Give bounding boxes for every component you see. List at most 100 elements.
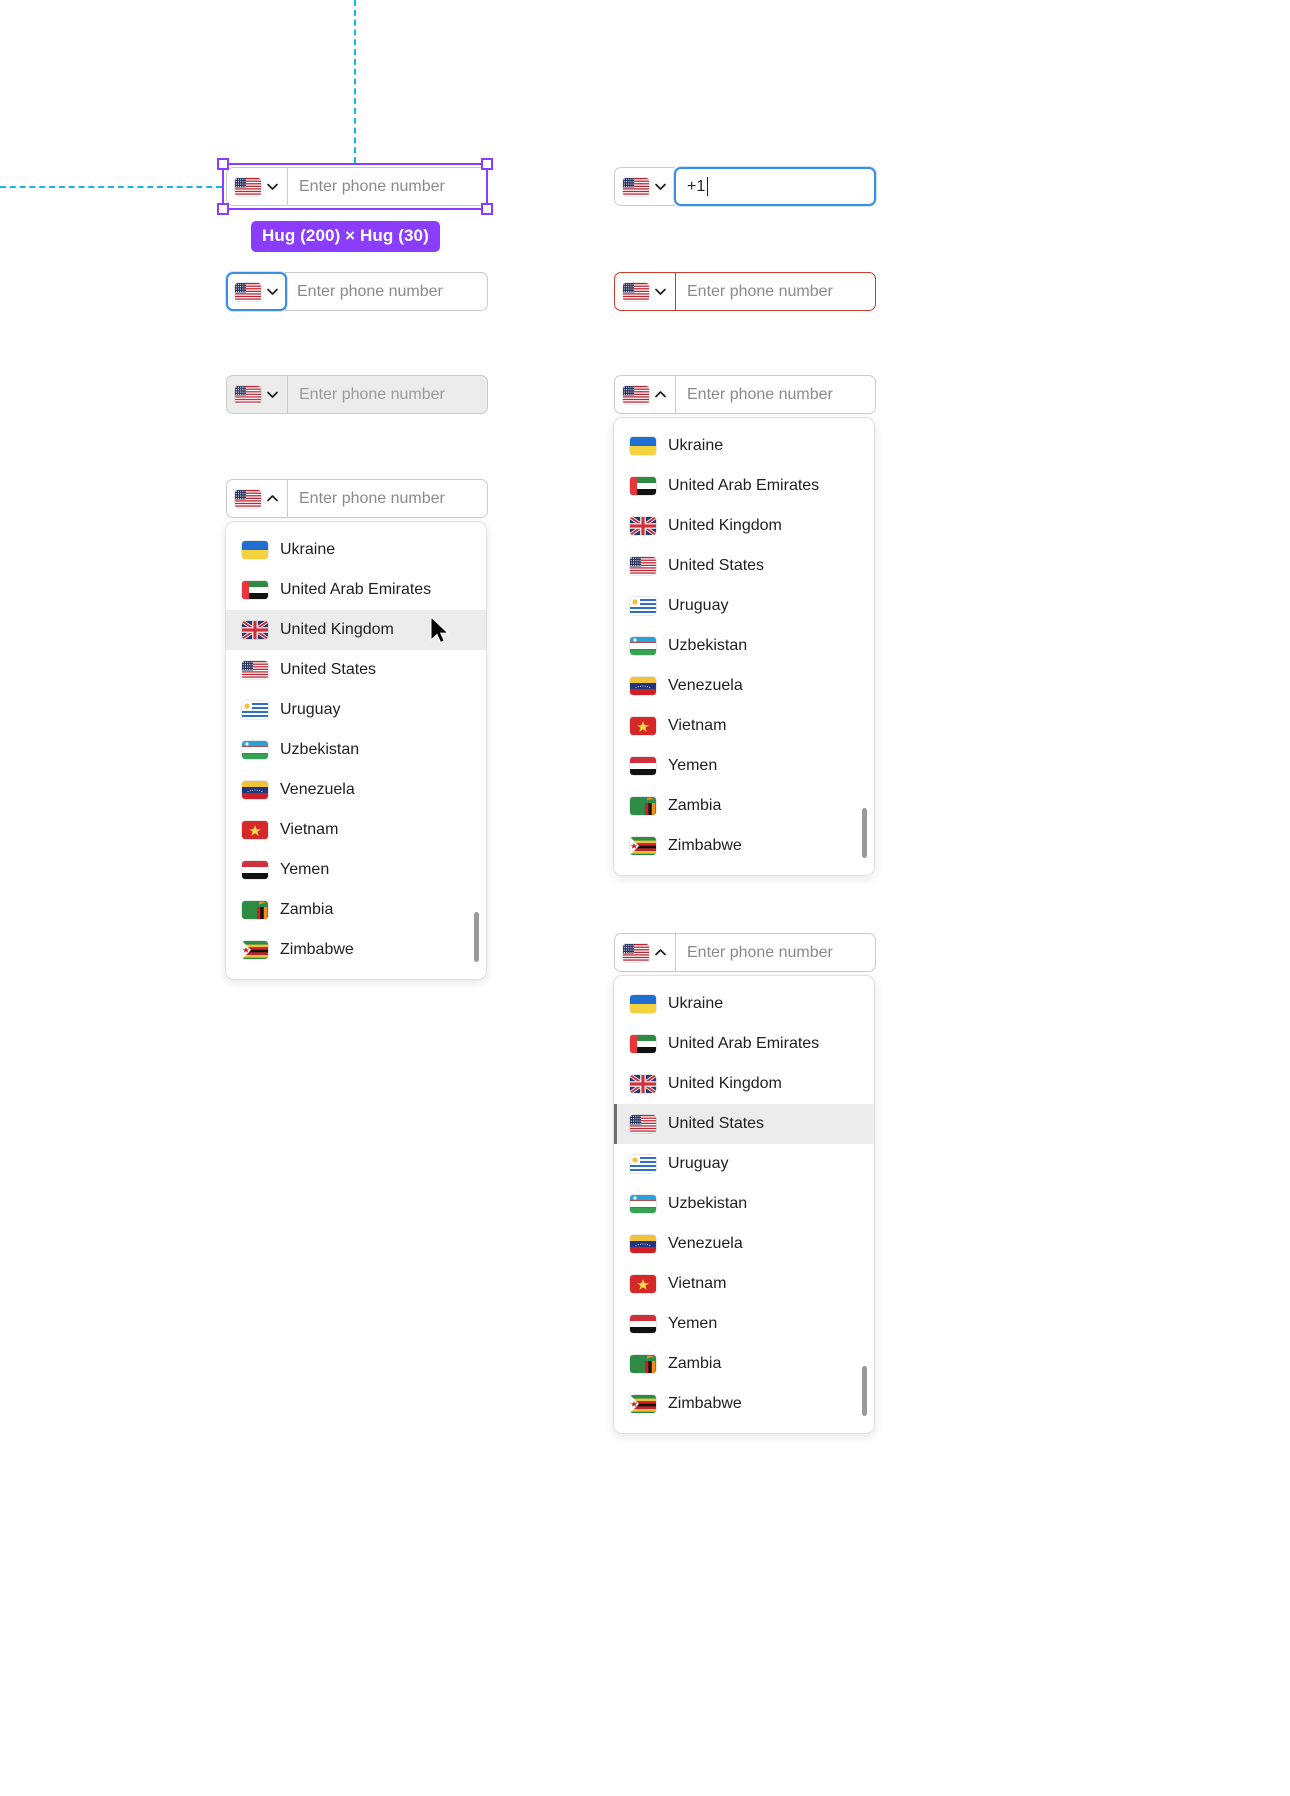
phone-number-input-focused[interactable]: +1	[674, 167, 876, 206]
placeholder-text: Enter phone number	[299, 177, 445, 195]
country-option[interactable]: Yemen	[614, 746, 874, 786]
country-select-error[interactable]	[614, 272, 675, 311]
phone-number-input-selected[interactable]: Enter phone number	[287, 167, 488, 206]
flag-ye-icon	[242, 861, 268, 879]
dropdown-scrollbar[interactable]	[862, 1366, 867, 1416]
country-option-label: United States	[668, 1115, 765, 1132]
country-option[interactable]: Ukraine	[226, 530, 486, 570]
country-select-focus-ring[interactable]	[226, 272, 287, 311]
country-option[interactable]: Zimbabwe	[614, 1384, 874, 1424]
flag-us-icon	[234, 282, 261, 301]
country-select-focused[interactable]	[614, 167, 675, 206]
country-select-open-1[interactable]	[614, 375, 675, 414]
country-option[interactable]: United Arab Emirates	[614, 1024, 874, 1064]
country-option[interactable]: United Kingdom	[614, 1064, 874, 1104]
country-option[interactable]: United Arab Emirates	[614, 466, 874, 506]
flag-us-icon	[630, 1115, 656, 1133]
placeholder-text: Enter phone number	[299, 385, 445, 403]
placeholder-text: Enter phone number	[687, 943, 833, 961]
flag-ye-icon	[630, 757, 656, 775]
country-option-label: Ukraine	[668, 437, 724, 454]
phone-input-focused[interactable]: +1	[614, 167, 876, 206]
flag-zw-icon	[630, 1395, 656, 1413]
dropdown-scrollbar[interactable]	[474, 912, 479, 962]
country-option[interactable]: United Arab Emirates	[226, 570, 486, 610]
country-dropdown-menu-top-right[interactable]: Ukraine United Arab Emirates United Kingdo…	[613, 417, 875, 876]
country-option-label: Uruguay	[280, 701, 341, 718]
country-select-disabled	[226, 375, 287, 414]
country-option[interactable]: Zimbabwe	[226, 930, 486, 970]
country-option[interactable]: Uruguay	[226, 690, 486, 730]
country-option[interactable]: United States	[614, 546, 874, 586]
country-option[interactable]: Zambia	[614, 786, 874, 826]
country-option[interactable]: Uruguay	[614, 586, 874, 626]
country-option[interactable]: Venezuela	[614, 1224, 874, 1264]
country-option[interactable]: Zambia	[614, 1344, 874, 1384]
country-option-label: Yemen	[668, 1315, 718, 1332]
phone-input-disabled: Enter phone number	[226, 375, 488, 414]
phone-input-open-top-right[interactable]: Enter phone number	[614, 375, 876, 414]
country-option[interactable]: Ukraine	[614, 984, 874, 1024]
country-option-label: United Kingdom	[668, 517, 782, 534]
country-select-open-3[interactable]	[614, 933, 675, 972]
country-option[interactable]: Uzbekistan	[614, 626, 874, 666]
phone-input-select-focused[interactable]: Enter phone number	[226, 272, 488, 311]
country-option[interactable]: Venezuela	[614, 666, 874, 706]
country-option[interactable]: United Kingdom	[614, 506, 874, 546]
country-option[interactable]: Uruguay	[614, 1144, 874, 1184]
flag-uz-icon	[630, 637, 656, 655]
country-option[interactable]: Yemen	[614, 1304, 874, 1344]
phone-number-input-2[interactable]: Enter phone number	[285, 272, 488, 311]
phone-input-error[interactable]: Enter phone number	[614, 272, 876, 311]
country-option[interactable]: Zimbabwe	[614, 826, 874, 866]
country-select-open-2[interactable]	[226, 479, 287, 518]
chevron-down-icon	[654, 180, 667, 193]
country-option-label: Vietnam	[668, 1275, 727, 1292]
flag-zw-icon	[630, 837, 656, 855]
flag-us-icon	[623, 385, 649, 404]
flag-zm-icon	[630, 1355, 656, 1373]
country-option-label: Zambia	[280, 901, 334, 918]
country-option[interactable]: Uzbekistan	[614, 1184, 874, 1224]
dropdown-scrollbar[interactable]	[862, 808, 867, 858]
selection-size-badge: Hug (200) × Hug (30)	[251, 221, 440, 252]
country-option[interactable]: Vietnam	[614, 1264, 874, 1304]
country-select-selected[interactable]	[226, 167, 287, 206]
country-option[interactable]: Venezuela	[226, 770, 486, 810]
country-option[interactable]: Yemen	[226, 850, 486, 890]
country-option[interactable]: United States	[226, 650, 486, 690]
country-option[interactable]: United States	[614, 1104, 874, 1144]
flag-uy-icon	[630, 597, 656, 615]
flag-ve-icon	[630, 1235, 656, 1253]
country-dropdown-menu-bottom-right[interactable]: Ukraine United Arab Emirates United Kingdo…	[613, 975, 875, 1434]
phone-input-selected[interactable]: Enter phone number	[226, 167, 488, 206]
flag-vn-icon	[242, 821, 268, 839]
phone-number-input-error[interactable]: Enter phone number	[675, 272, 876, 311]
country-option-label: Uruguay	[668, 597, 729, 614]
phone-number-input-open-3[interactable]: Enter phone number	[675, 933, 876, 972]
country-option-label: Zambia	[668, 1355, 722, 1372]
flag-ae-icon	[242, 581, 268, 599]
country-option-label: Zambia	[668, 797, 722, 814]
vertical-guide-line	[354, 0, 356, 163]
country-option-label: Ukraine	[280, 541, 336, 558]
placeholder-text: Enter phone number	[687, 385, 833, 403]
phone-number-input-open-2[interactable]: Enter phone number	[287, 479, 488, 518]
flag-gb-icon	[242, 621, 268, 639]
country-dropdown-menu-left[interactable]: Ukraine United Arab Emirates United Kingdo…	[225, 521, 487, 980]
phone-input-open-left[interactable]: Enter phone number	[226, 479, 488, 518]
country-option-label: Yemen	[280, 861, 330, 878]
country-option[interactable]: Uzbekistan	[226, 730, 486, 770]
country-option-label: Ukraine	[668, 995, 724, 1012]
phone-input-open-bottom-right[interactable]: Enter phone number	[614, 933, 876, 972]
country-option[interactable]: Ukraine	[614, 426, 874, 466]
chevron-up-icon	[266, 492, 279, 505]
phone-number-input-disabled: Enter phone number	[287, 375, 488, 414]
country-option[interactable]: Vietnam	[226, 810, 486, 850]
country-option[interactable]: Zambia	[226, 890, 486, 930]
horizontal-guide-line	[0, 186, 222, 188]
country-option[interactable]: Vietnam	[614, 706, 874, 746]
phone-number-input-open-1[interactable]: Enter phone number	[675, 375, 876, 414]
flag-ae-icon	[630, 1035, 656, 1053]
flag-gb-icon	[630, 1075, 656, 1093]
